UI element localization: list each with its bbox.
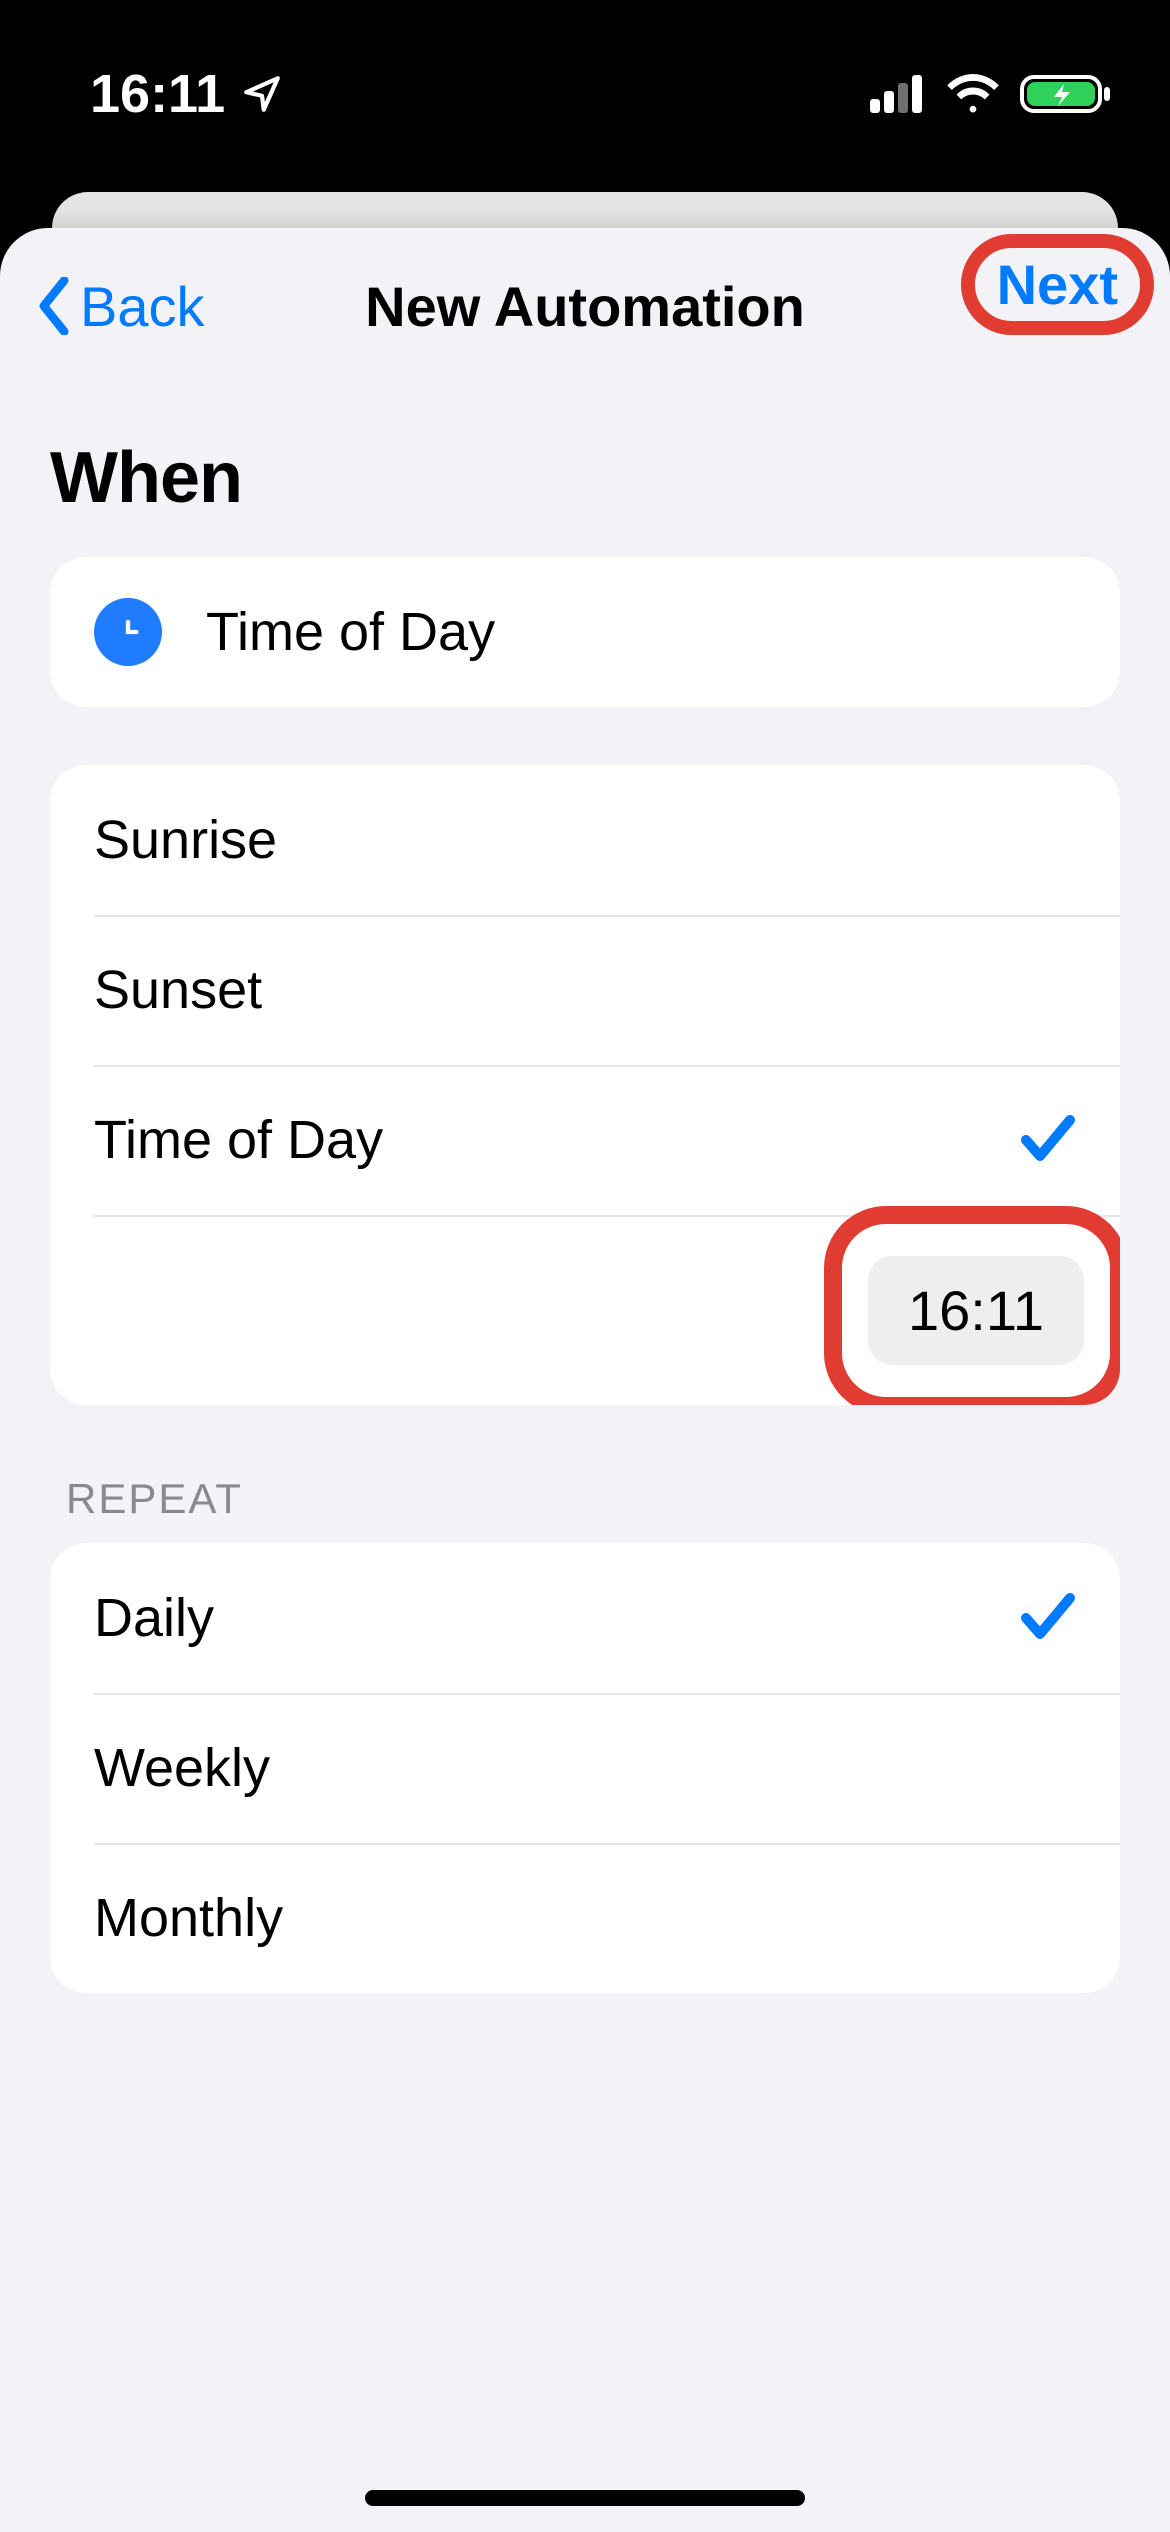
when-summary-row[interactable]: Time of Day (50, 557, 1120, 707)
repeat-option-label: Weekly (94, 1737, 270, 1799)
when-summary-label: Time of Day (206, 601, 495, 663)
time-value-label: 16:11 (908, 1279, 1044, 1342)
clock-icon (94, 598, 162, 666)
sheet-content: Time of Day Sunrise Sunset Time of Day (0, 557, 1170, 1405)
next-button-wrap: Next (967, 240, 1148, 329)
checkmark-icon (1020, 1590, 1076, 1647)
page-title: New Automation (365, 274, 805, 339)
status-bar: 16:11 (0, 0, 1170, 188)
repeat-option-label: Monthly (94, 1887, 283, 1949)
chevron-left-icon (36, 277, 72, 335)
repeat-option-monthly[interactable]: Monthly (50, 1843, 1120, 1993)
repeat-option-weekly[interactable]: Weekly (50, 1693, 1120, 1843)
time-option-label: Time of Day (94, 1109, 383, 1171)
when-summary-group: Time of Day (50, 557, 1120, 707)
modal-sheet: Back New Automation Next When Time of Da… (0, 228, 1170, 2532)
status-bar-left: 16:11 (90, 63, 283, 125)
section-header-repeat: REPEAT (0, 1475, 1170, 1543)
wifi-icon (946, 74, 1000, 114)
time-option-label: Sunset (94, 959, 262, 1021)
checkmark-icon (1020, 1112, 1076, 1169)
location-arrow-icon (241, 73, 283, 115)
next-button[interactable]: Next (967, 240, 1148, 329)
repeat-options-group: Daily Weekly Monthly (50, 1543, 1120, 1993)
repeat-option-daily[interactable]: Daily (50, 1543, 1120, 1693)
repeat-content: Daily Weekly Monthly (0, 1543, 1170, 1993)
repeat-option-label: Daily (94, 1587, 214, 1649)
home-indicator[interactable] (365, 2490, 805, 2506)
back-button[interactable]: Back (20, 228, 221, 384)
time-options-group: Sunrise Sunset Time of Day (50, 765, 1120, 1405)
device-frame: 16:11 (0, 0, 1170, 2532)
time-option-time-of-day[interactable]: Time of Day (50, 1065, 1120, 1215)
time-option-label: Sunrise (94, 809, 277, 871)
cellular-signal-icon (870, 75, 926, 113)
back-button-label: Back (80, 274, 205, 339)
time-value-row: 16:11 (50, 1215, 1120, 1405)
section-header-when: When (0, 384, 1170, 557)
time-picker-button[interactable]: 16:11 (868, 1256, 1084, 1365)
time-option-sunrise[interactable]: Sunrise (50, 765, 1120, 915)
next-button-label: Next (997, 252, 1118, 317)
status-time: 16:11 (90, 63, 225, 125)
navigation-bar: Back New Automation Next (0, 228, 1170, 384)
battery-charging-icon (1020, 73, 1112, 115)
time-option-sunset[interactable]: Sunset (50, 915, 1120, 1065)
status-bar-right (870, 73, 1112, 115)
